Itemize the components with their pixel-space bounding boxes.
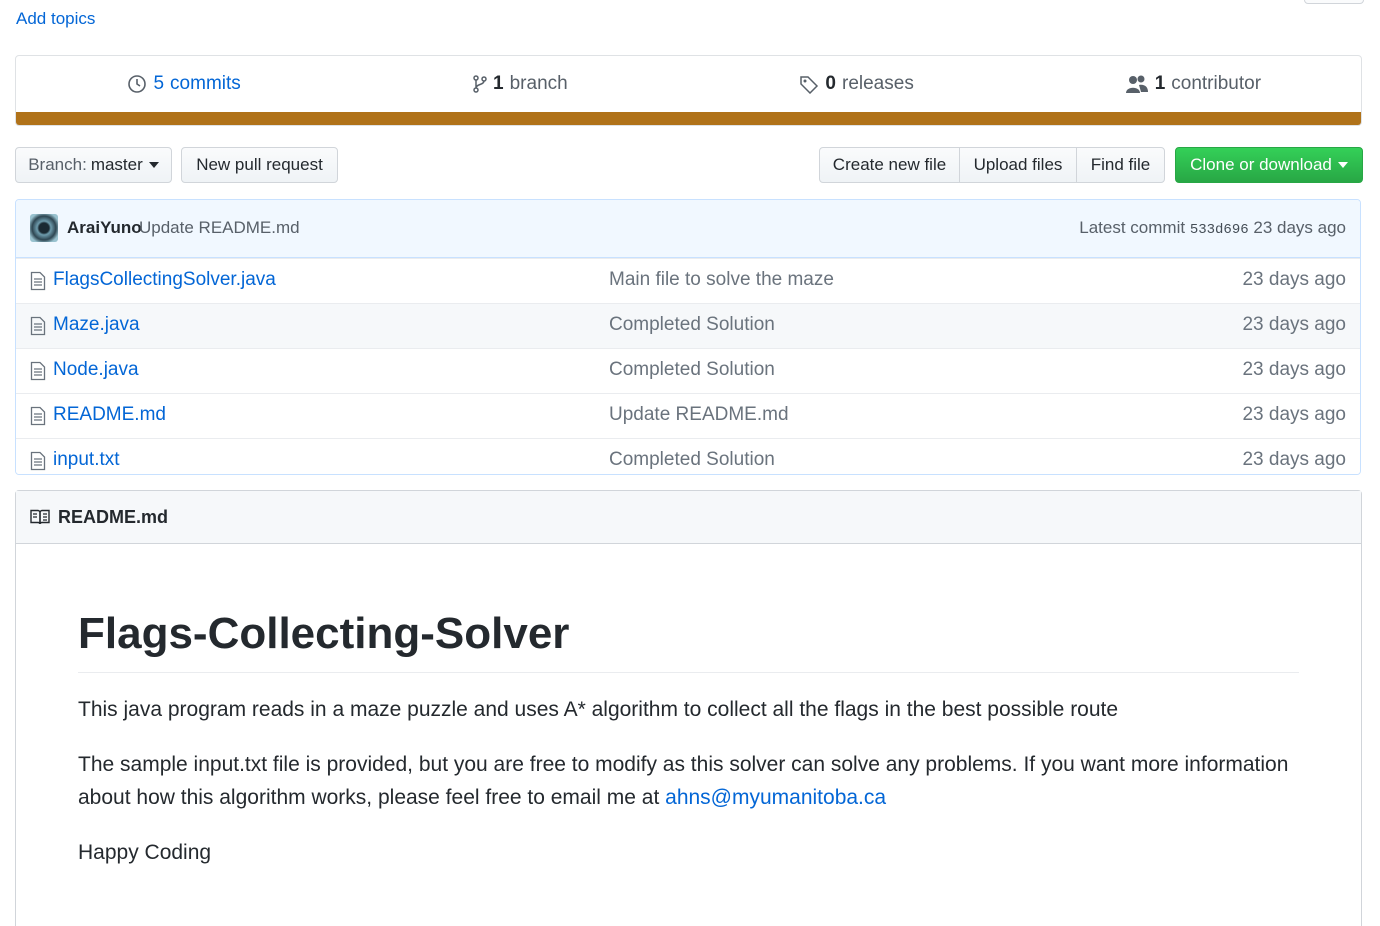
file-name-link[interactable]: input.txt [53, 449, 120, 471]
contributors-count: 1 [1154, 73, 1166, 94]
edit-button[interactable] [1304, 0, 1364, 4]
latest-commit-bar: AraiYuno Update README.md Latest commit … [16, 200, 1360, 258]
file-age: 23 days ago [1242, 449, 1346, 470]
history-icon [128, 75, 147, 93]
branch-prefix: Branch: [28, 155, 87, 174]
commit-author[interactable]: AraiYuno [67, 218, 142, 238]
branches-label: branch [509, 73, 568, 94]
commits-count: 5 [153, 73, 165, 94]
latest-commit-info: Latest commit 533d696 23 days ago [1079, 218, 1346, 238]
releases-count: 0 [825, 73, 836, 94]
file-actions-group: Create new file Upload files Find file [819, 147, 1165, 183]
file-icon [30, 361, 46, 381]
branches-link[interactable]: 1 branch [352, 73, 688, 95]
file-name-link[interactable]: FlagsCollectingSolver.java [53, 269, 276, 291]
file-commit-message[interactable]: Completed Solution [609, 314, 775, 336]
table-row: Node.java Completed Solution 23 days ago [16, 348, 1360, 393]
branches-count: 1 [493, 73, 504, 94]
add-topics-link[interactable]: Add topics [16, 9, 95, 29]
file-icon [30, 406, 46, 426]
readme-body: Flags-Collecting-Solver This java progra… [16, 609, 1361, 869]
contributors-link[interactable]: 1 contributor [1025, 73, 1361, 95]
file-table: AraiYuno Update README.md Latest commit … [15, 199, 1361, 475]
file-age: 23 days ago [1242, 269, 1346, 290]
table-row: Maze.java Completed Solution 23 days ago [16, 303, 1360, 348]
latest-commit-prefix: Latest commit [1079, 218, 1186, 237]
upload-files-button[interactable]: Upload files [959, 147, 1077, 183]
tag-icon [800, 76, 819, 94]
file-icon [30, 271, 46, 291]
file-name-link[interactable]: Node.java [53, 359, 139, 381]
email-link[interactable]: ahns@myumanitoba.ca [665, 786, 886, 809]
commits-link[interactable]: 5 commits [16, 73, 352, 95]
file-age: 23 days ago [1242, 359, 1346, 380]
file-commit-message[interactable]: Completed Solution [609, 449, 775, 471]
file-commit-message[interactable]: Completed Solution [609, 359, 775, 381]
file-name-link[interactable]: README.md [53, 404, 166, 426]
file-commit-message[interactable]: Main file to solve the maze [609, 269, 834, 291]
new-pull-request-button[interactable]: New pull request [181, 147, 338, 183]
caret-down-icon [1337, 162, 1348, 168]
language-bar[interactable] [16, 112, 1361, 125]
branch-select-button[interactable]: Branch: master [15, 147, 172, 183]
readme-filename: README.md [58, 506, 169, 527]
table-row: FlagsCollectingSolver.java Main file to … [16, 258, 1360, 303]
releases-link[interactable]: 0 releases [689, 73, 1025, 95]
caret-down-icon [148, 162, 159, 168]
commit-message[interactable]: Update README.md [139, 218, 300, 238]
branch-name: master [90, 155, 143, 174]
clone-label: Clone or download [1190, 155, 1332, 174]
file-icon [30, 451, 46, 471]
readme-header: README.md [16, 491, 1361, 544]
repo-summary: 5 commits 1 branch 0 releases 1 contribu… [15, 55, 1362, 126]
releases-label: releases [842, 73, 914, 94]
table-row: README.md Update README.md 23 days ago [16, 393, 1360, 438]
readme-title: Flags-Collecting-Solver [78, 609, 1299, 674]
create-new-file-button[interactable]: Create new file [819, 147, 960, 183]
find-file-button[interactable]: Find file [1076, 147, 1165, 183]
book-icon [30, 509, 50, 525]
commits-label: commits [170, 73, 241, 94]
readme-panel: README.md Flags-Collecting-Solver This j… [15, 490, 1362, 926]
commit-sha[interactable]: 533d696 [1190, 222, 1249, 238]
latest-commit-age: 23 days ago [1253, 218, 1346, 237]
file-name-link[interactable]: Maze.java [53, 314, 140, 336]
readme-paragraph: The sample input.txt file is provided, b… [78, 748, 1299, 814]
clone-or-download-button[interactable]: Clone or download [1175, 147, 1363, 183]
avatar[interactable] [30, 214, 58, 242]
repo-page: Add topics 5 commits 1 branch 0 releases… [0, 0, 1380, 926]
file-icon [30, 316, 46, 336]
readme-paragraph: Happy Coding [78, 841, 212, 865]
contributors-label: contributor [1171, 73, 1262, 94]
file-age: 23 days ago [1242, 404, 1346, 425]
file-age: 23 days ago [1242, 314, 1346, 335]
git-branch-icon [473, 75, 487, 93]
readme-paragraph: This java program reads in a maze puzzle… [78, 698, 1119, 722]
table-row: input.txt Completed Solution 23 days ago [16, 438, 1360, 474]
people-icon [1125, 75, 1148, 93]
file-commit-message[interactable]: Update README.md [609, 404, 789, 426]
